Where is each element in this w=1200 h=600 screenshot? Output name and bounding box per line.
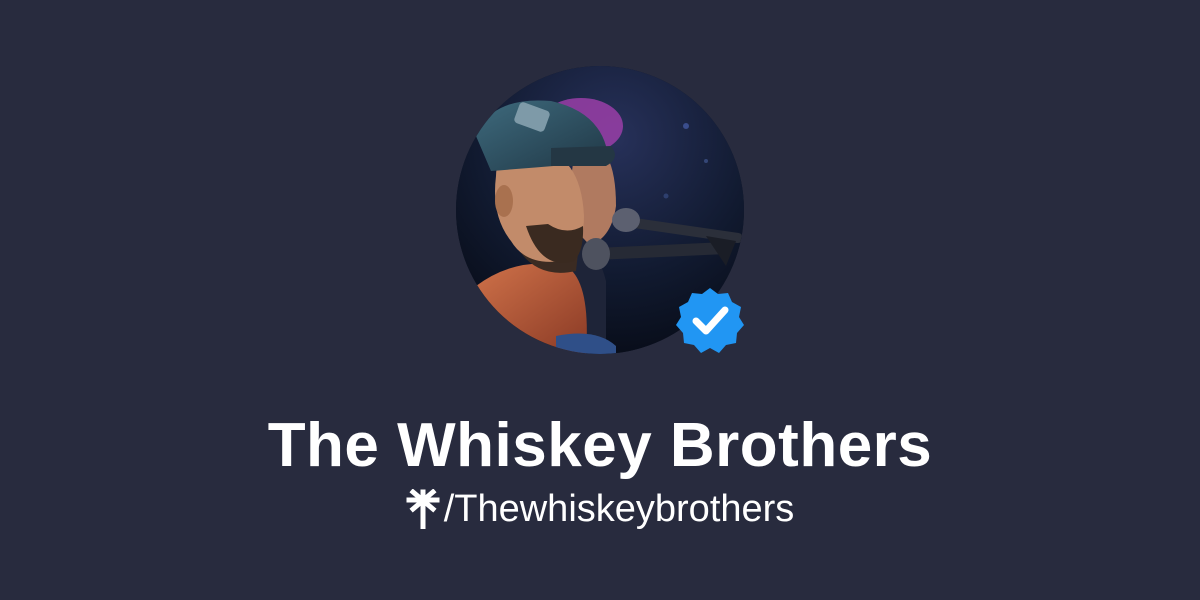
avatar-container [456, 66, 744, 354]
profile-header: The Whiskey Brothers /Thewhiskeybrothers [0, 0, 1200, 600]
profile-handle-link[interactable]: /Thewhiskeybrothers [0, 486, 1200, 532]
verified-check-icon [675, 285, 745, 355]
profile-name: The Whiskey Brothers [267, 411, 933, 480]
linktree-logo-icon [406, 488, 440, 530]
profile-handle: /Thewhiskeybrothers [443, 488, 795, 530]
